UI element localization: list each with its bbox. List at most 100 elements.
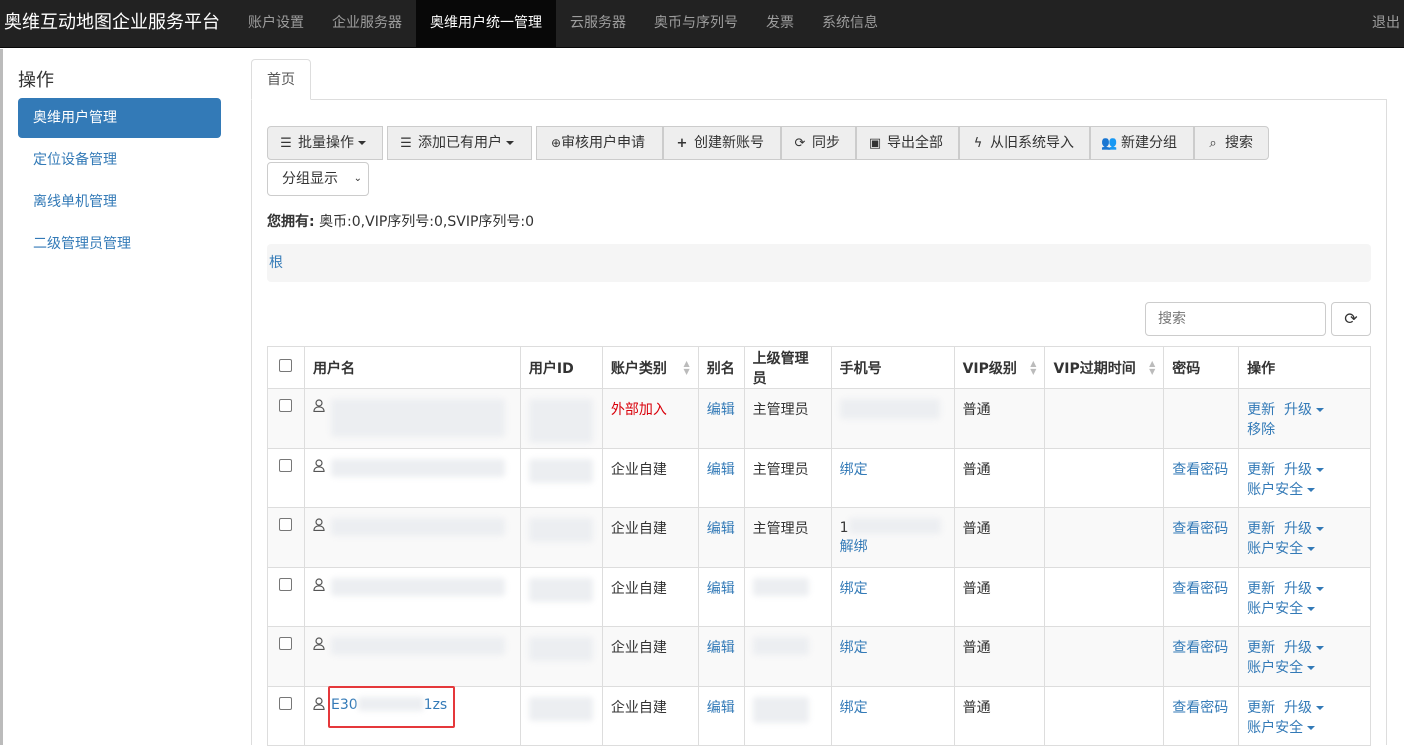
edit-alias-link[interactable]: 编辑	[707, 521, 735, 537]
sidebar-item-user-management[interactable]: 奥维用户管理	[18, 98, 221, 138]
header-vip-expire[interactable]: VIP过期时间 ▲ ▼	[1044, 346, 1165, 389]
action3-label: 移除	[1247, 422, 1276, 438]
review-applications-button[interactable]: ⊕审核用户申请	[536, 126, 663, 160]
sidebar-item-offline-management[interactable]: 离线单机管理	[18, 182, 221, 222]
upgrade-dropdown[interactable]: 升级	[1284, 462, 1325, 478]
search-button[interactable]: ⌕ 搜索	[1194, 126, 1269, 160]
edit-alias-link[interactable]: 编辑	[707, 700, 735, 716]
phone-bind-link[interactable]: 绑定	[840, 581, 868, 597]
account-security-dropdown[interactable]: 账户安全	[1247, 541, 1316, 557]
phone-bind-link[interactable]: 解绑	[840, 539, 868, 555]
header-vip-expire-label: VIP过期时间	[1053, 360, 1136, 377]
batch-operations-button[interactable]: ☰ 批量操作	[267, 126, 383, 160]
breadcrumb-root[interactable]: 根	[269, 255, 283, 271]
redacted-username	[330, 637, 505, 655]
phone-bind-link[interactable]: 绑定	[840, 700, 868, 716]
update-link[interactable]: 更新	[1247, 640, 1275, 656]
user-icon	[313, 696, 325, 710]
upgrade-dropdown[interactable]: 升级	[1284, 640, 1325, 656]
account-security-dropdown[interactable]: 账户安全	[1247, 660, 1316, 676]
username-cell	[303, 626, 521, 687]
edit-alias-link[interactable]: 编辑	[707, 640, 735, 656]
action3-label: 账户安全	[1247, 481, 1304, 498]
nav-item-user-management[interactable]: 奥维用户统一管理	[416, 0, 556, 48]
export-all-button[interactable]: ▣ 导出全部	[856, 126, 959, 160]
update-link[interactable]: 更新	[1247, 700, 1275, 716]
row-select-cell	[267, 447, 305, 508]
nav-item-system-info[interactable]: 系统信息	[808, 0, 892, 48]
update-link[interactable]: 更新	[1247, 402, 1275, 418]
import-old-system-button[interactable]: ϟ 从旧系统导入	[959, 126, 1090, 160]
view-password-link[interactable]: 查看密码	[1172, 700, 1228, 716]
account-type-cell: 企业自建	[601, 626, 699, 687]
row-checkbox[interactable]	[279, 518, 292, 531]
remove-link[interactable]: 移除	[1247, 422, 1275, 438]
sidebar-item-sub-admin-management[interactable]: 二级管理员管理	[18, 224, 221, 264]
tab-home[interactable]: 首页	[251, 59, 311, 100]
view-password-link[interactable]: 查看密码	[1172, 640, 1228, 656]
row-checkbox[interactable]	[279, 696, 292, 710]
upgrade-dropdown[interactable]: 升级	[1284, 402, 1325, 418]
redacted-username	[330, 458, 505, 477]
view-password-link[interactable]: 查看密码	[1172, 462, 1228, 478]
manager-cell: 主管理员	[743, 507, 832, 568]
row-checkbox[interactable]	[279, 637, 292, 650]
update-link[interactable]: 更新	[1247, 581, 1275, 597]
select-all-checkbox[interactable]	[279, 359, 292, 372]
edit-alias-link[interactable]: 编辑	[707, 402, 735, 418]
phone-bind-link[interactable]: 绑定	[840, 462, 868, 478]
username-cell	[303, 447, 521, 508]
nav-item-cloud-server[interactable]: 云服务器	[556, 0, 640, 48]
nav-item-coins-serials[interactable]: 奥币与序列号	[640, 0, 752, 48]
vip-expire-cell	[1044, 685, 1165, 746]
account-security-dropdown[interactable]: 账户安全	[1247, 601, 1316, 617]
brand-title[interactable]: 奥维互动地图企业服务平台	[4, 0, 220, 48]
manager-cell: 主管理员	[743, 447, 832, 508]
logout-link[interactable]: 退出	[1372, 0, 1400, 48]
header-account-type[interactable]: 账户类别 ▲ ▼	[601, 346, 699, 389]
account-security-dropdown[interactable]: 账户安全	[1247, 720, 1316, 736]
row-checkbox[interactable]	[279, 577, 292, 591]
caret-down-icon	[1316, 705, 1325, 710]
user-id-cell	[519, 447, 603, 508]
upgrade-dropdown[interactable]: 升级	[1284, 581, 1325, 597]
account-security-dropdown[interactable]: 账户安全	[1247, 481, 1316, 498]
table-search-input[interactable]	[1145, 302, 1326, 336]
row-checkbox[interactable]	[279, 399, 292, 412]
redacted-user-id	[528, 696, 593, 721]
update-link[interactable]: 更新	[1247, 462, 1275, 478]
upgrade-dropdown[interactable]: 升级	[1284, 521, 1325, 537]
table-row: 企业自建 编辑 主管理员 绑定 普通 查看密码 更新 升级 账户安全	[267, 447, 1371, 508]
upgrade-label: 升级	[1284, 640, 1313, 656]
add-existing-user-button[interactable]: ☰ 添加已有用户	[387, 126, 532, 160]
edit-alias-link[interactable]: 编辑	[707, 462, 735, 478]
header-vip-level[interactable]: VIP级别 ▲ ▼	[953, 346, 1046, 389]
header-password: 密码	[1163, 346, 1240, 389]
new-group-button[interactable]: 👥 新建分组	[1090, 126, 1194, 160]
account-type-cell: 企业自建	[601, 447, 699, 508]
nav-item-enterprise-server[interactable]: 企业服务器	[318, 0, 416, 48]
upgrade-dropdown[interactable]: 升级	[1284, 700, 1325, 716]
group-display-select[interactable]: 分组显示 ⌄	[267, 162, 369, 196]
redacted-manager	[752, 577, 809, 596]
nav-item-account-settings[interactable]: 账户设置	[234, 0, 318, 48]
redacted-username	[330, 518, 505, 536]
sidebar-item-device-management[interactable]: 定位设备管理	[18, 140, 221, 180]
update-link[interactable]: 更新	[1247, 521, 1275, 537]
vip-level-cell: 普通	[953, 566, 1046, 627]
view-password-link[interactable]: 查看密码	[1172, 581, 1228, 597]
nav-item-invoice[interactable]: 发票	[752, 0, 808, 48]
row-checkbox[interactable]	[279, 458, 292, 472]
password-cell: 查看密码	[1163, 685, 1240, 746]
user-icon	[313, 637, 325, 651]
create-account-button[interactable]: + 创建新账号	[663, 126, 781, 160]
table-refresh-button[interactable]: ⟳	[1331, 302, 1371, 336]
edit-alias-link[interactable]: 编辑	[707, 581, 735, 597]
owned-balance: 您拥有: 奥币:0,VIP序列号:0,SVIP序列号:0	[267, 211, 534, 231]
sync-button[interactable]: ⟳ 同步	[781, 126, 856, 160]
list-icon: ☰	[280, 136, 292, 151]
caret-down-icon	[1307, 547, 1316, 551]
phone-cell: 绑定	[830, 685, 955, 746]
phone-bind-link[interactable]: 绑定	[840, 640, 868, 656]
view-password-link[interactable]: 查看密码	[1172, 521, 1228, 537]
